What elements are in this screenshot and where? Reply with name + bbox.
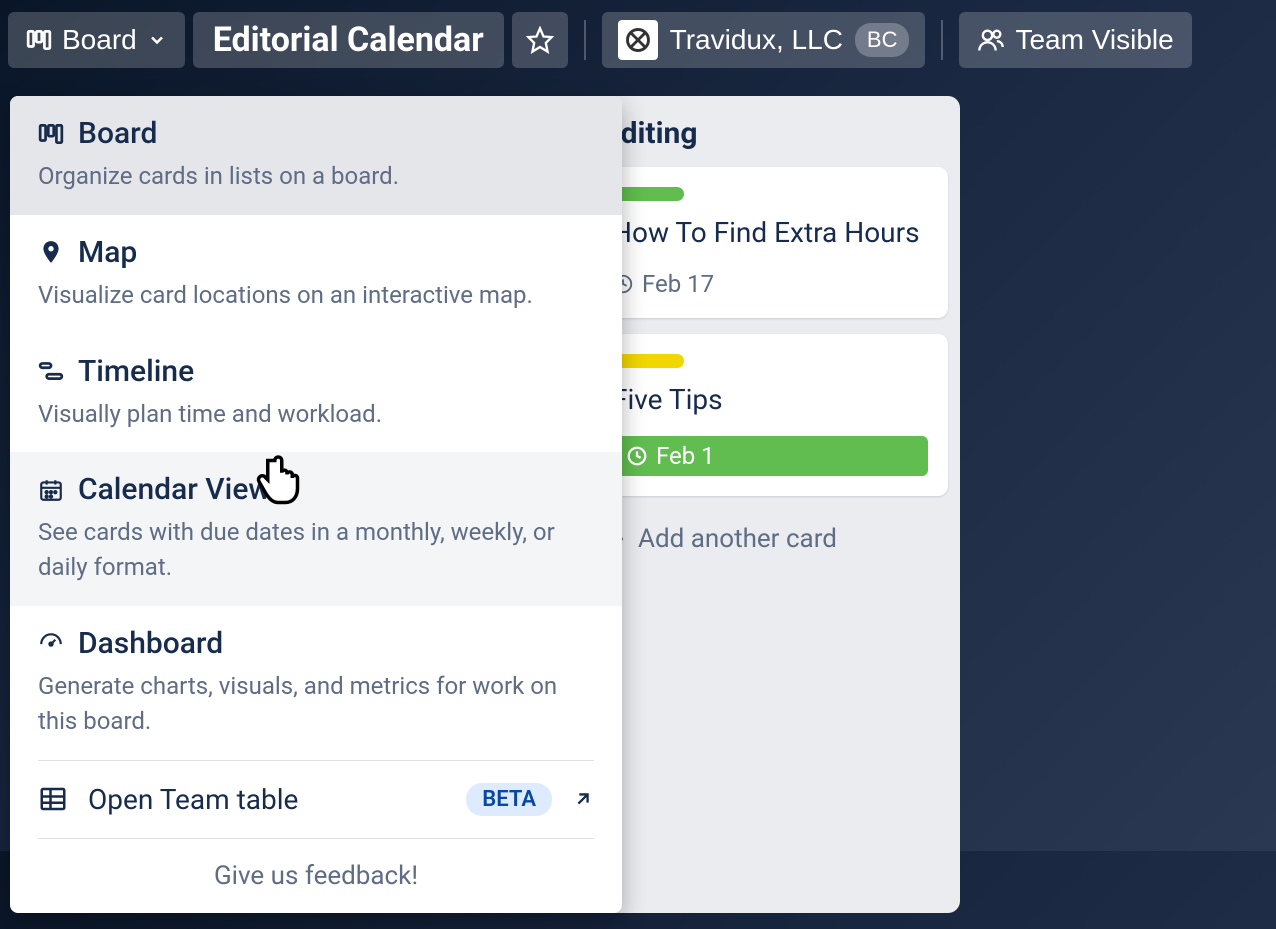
board-icon xyxy=(38,121,64,147)
calendar-icon xyxy=(38,477,64,503)
label-yellow[interactable] xyxy=(612,354,684,368)
star-button[interactable] xyxy=(512,12,568,68)
open-team-table-button[interactable]: Open Team table BETA xyxy=(10,761,622,838)
board-icon xyxy=(26,27,52,53)
visibility-label: Team Visible xyxy=(1015,24,1173,56)
chevron-down-icon xyxy=(147,30,167,50)
view-switcher-dropdown: Board Organize cards in lists on a board… xyxy=(10,96,622,913)
timeline-icon xyxy=(38,358,64,384)
view-switcher-button[interactable]: Board xyxy=(8,12,185,68)
view-option-dashboard[interactable]: Dashboard Generate charts, visuals, and … xyxy=(10,606,622,760)
team-button[interactable]: Travidux, LLC BC xyxy=(602,12,926,68)
card[interactable]: How To Find Extra Hours Feb 17 xyxy=(592,167,948,318)
card-title: Five Tips xyxy=(612,380,928,421)
team-logo-icon xyxy=(618,20,658,60)
beta-badge: BETA xyxy=(466,783,552,816)
divider xyxy=(941,20,943,60)
table-icon xyxy=(38,784,68,814)
board-name[interactable]: Editorial Calendar xyxy=(193,12,504,68)
due-date-badge: Feb 17 xyxy=(612,270,714,298)
view-option-timeline[interactable]: Timeline Visually plan time and workload… xyxy=(10,334,622,453)
add-card-button[interactable]: Add another card xyxy=(592,512,948,566)
divider xyxy=(584,20,586,60)
card[interactable]: Five Tips Feb 1 xyxy=(592,334,948,497)
label-green[interactable] xyxy=(612,187,684,201)
team-badge: BC xyxy=(855,23,910,57)
people-icon xyxy=(977,26,1005,54)
view-option-map[interactable]: Map Visualize card locations on an inter… xyxy=(10,215,622,334)
add-card-label: Add another card xyxy=(638,524,837,554)
view-label: Board xyxy=(62,24,137,56)
dashboard-icon xyxy=(38,630,64,656)
visibility-button[interactable]: Team Visible xyxy=(959,12,1191,68)
star-icon xyxy=(526,26,554,54)
clock-icon xyxy=(626,445,648,467)
due-date-badge-complete: Feb 1 xyxy=(612,436,928,476)
card-title: How To Find Extra Hours xyxy=(612,213,928,254)
team-name: Travidux, LLC xyxy=(670,24,843,56)
board-header: Board Editorial Calendar Travidux, LLC B… xyxy=(0,0,1276,80)
feedback-link[interactable]: Give us feedback! xyxy=(10,839,622,913)
view-option-board[interactable]: Board Organize cards in lists on a board… xyxy=(10,96,622,215)
list-editing: Editing How To Find Extra Hours Feb 17 F… xyxy=(580,96,960,913)
view-option-calendar[interactable]: Calendar View See cards with due dates i… xyxy=(10,452,622,606)
external-link-icon xyxy=(572,788,594,810)
map-pin-icon xyxy=(38,239,64,265)
